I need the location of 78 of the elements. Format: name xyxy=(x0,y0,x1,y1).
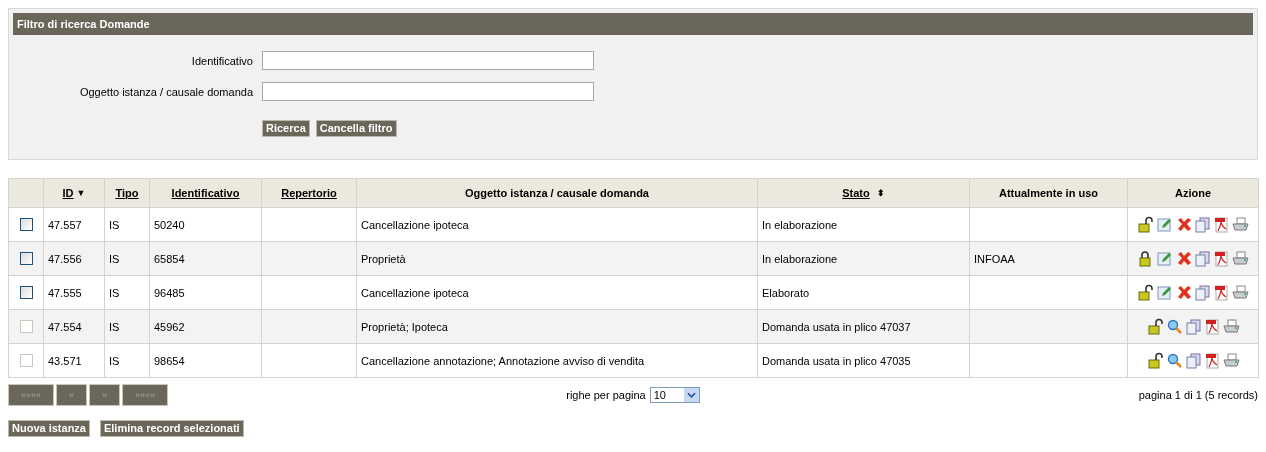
table-cell: 96485 xyxy=(149,275,262,310)
pdf-icon[interactable] xyxy=(1213,284,1230,301)
sort-link[interactable]: Tipo xyxy=(115,187,139,199)
table-cell: 45962 xyxy=(149,309,262,344)
printer-icon[interactable] xyxy=(1232,216,1249,233)
sort-link[interactable]: ID xyxy=(62,187,74,199)
table-cell: Proprietà xyxy=(356,241,758,276)
printer-icon[interactable] xyxy=(1222,318,1240,335)
input-field[interactable] xyxy=(262,51,594,70)
field-label: Oggetto istanza / causale domanda xyxy=(78,85,253,98)
printer-icon[interactable] xyxy=(1222,352,1240,369)
table-cell: IS xyxy=(104,275,150,310)
rows-per-page-select[interactable]: 10 xyxy=(649,387,700,403)
pdf-icon[interactable] xyxy=(1203,352,1221,369)
magnifier-icon[interactable] xyxy=(1165,318,1183,335)
open-padlock-icon[interactable] xyxy=(1137,284,1154,301)
table-cell: IS xyxy=(104,343,150,378)
table-cell: Domanda usata in plico 47035 xyxy=(757,343,970,378)
copy-icon[interactable] xyxy=(1184,318,1202,335)
table-cell: Elaborato xyxy=(757,275,970,310)
magnifier-icon[interactable] xyxy=(1165,352,1183,369)
table-cell: 47.557 xyxy=(43,207,105,242)
table-cell: 47.556 xyxy=(43,241,105,276)
field-label: Identificativo xyxy=(190,54,253,67)
table-cell: Cancellazione annotazione; Annotazione avviso di vendita xyxy=(356,343,758,378)
header-cell: Oggetto istanza / causale domanda xyxy=(356,178,758,208)
sort-link[interactable]: Identificativo xyxy=(171,187,240,199)
edit-icon[interactable] xyxy=(1156,284,1173,301)
table-cell: 98654 xyxy=(149,343,262,378)
table-cell: Cancellazione ipoteca xyxy=(356,207,758,242)
table-cell: Domanda usata in plico 47037 xyxy=(757,309,970,344)
table-cell: Cancellazione ipoteca xyxy=(356,275,758,310)
rows-per-page-label: righe per pagina xyxy=(566,389,646,401)
copy-icon[interactable] xyxy=(1194,250,1211,267)
table-cell: In elaborazione xyxy=(757,207,970,242)
pdf-icon[interactable] xyxy=(1213,216,1230,233)
table-cell: In elaborazione xyxy=(757,241,970,276)
input-field[interactable] xyxy=(262,82,594,101)
table-cell: 43.571 xyxy=(43,343,105,378)
filter-button[interactable]: Ricerca xyxy=(262,120,310,137)
table-cell: IS xyxy=(104,207,150,242)
table-cell: 47.554 xyxy=(43,309,105,344)
panel-title: Filtro di ricerca Domande xyxy=(13,13,1253,35)
open-padlock-icon[interactable] xyxy=(1137,216,1154,233)
table-cell: IS xyxy=(104,309,150,344)
sort-icon: ▼ xyxy=(76,188,86,198)
table-cell: 47.555 xyxy=(43,275,105,310)
printer-icon[interactable] xyxy=(1232,250,1249,267)
sort-link[interactable]: Repertorio xyxy=(281,187,337,199)
page-info: pagina 1 di 1 (5 records) xyxy=(1137,389,1258,401)
padlock-icon[interactable] xyxy=(1137,250,1154,267)
table-cell: Proprietà; Ipoteca xyxy=(356,309,758,344)
header-cell: Attualmente in uso xyxy=(969,178,1128,208)
copy-icon[interactable] xyxy=(1194,284,1211,301)
pdf-icon[interactable] xyxy=(1213,250,1230,267)
delete-icon[interactable] xyxy=(1175,284,1192,301)
edit-icon[interactable] xyxy=(1156,216,1173,233)
table-cell: 50240 xyxy=(149,207,262,242)
delete-icon[interactable] xyxy=(1175,216,1192,233)
delete-icon[interactable] xyxy=(1175,250,1192,267)
checkbox[interactable] xyxy=(19,252,33,265)
pdf-icon[interactable] xyxy=(1203,318,1221,335)
sort-link[interactable]: Stato xyxy=(842,187,870,199)
checkbox[interactable] xyxy=(19,218,33,231)
checkbox[interactable] xyxy=(19,286,33,299)
action-button[interactable]: Nuova istanza xyxy=(8,420,90,437)
copy-icon[interactable] xyxy=(1184,352,1202,369)
header-cell: Azione xyxy=(1127,178,1259,208)
printer-icon[interactable] xyxy=(1232,284,1249,301)
filter-button[interactable]: Cancella filtro xyxy=(315,120,397,137)
sort-icon: ⬍ xyxy=(876,188,885,198)
table-cell: 65854 xyxy=(149,241,262,276)
table-cell: INFOAA xyxy=(969,241,1128,276)
open-padlock-icon[interactable] xyxy=(1146,352,1164,369)
open-padlock-icon[interactable] xyxy=(1146,318,1164,335)
copy-icon[interactable] xyxy=(1194,216,1211,233)
action-button[interactable]: Elimina record selezionati xyxy=(99,420,244,437)
table-cell: IS xyxy=(104,241,150,276)
